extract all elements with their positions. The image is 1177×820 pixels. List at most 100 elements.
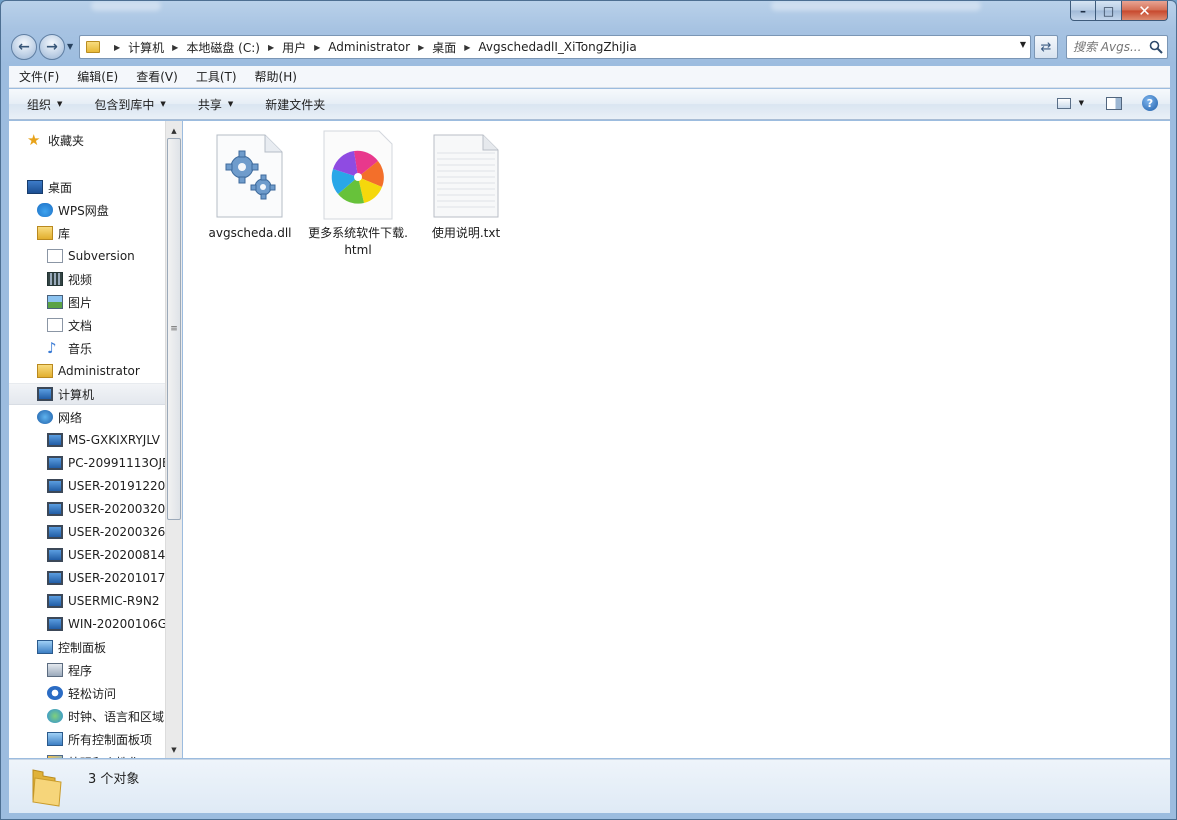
organize-button[interactable]: 组织 ▼ xyxy=(9,96,76,113)
nav-item[interactable]: USER-20200326 xyxy=(9,521,165,543)
help-icon[interactable]: ? xyxy=(1142,95,1158,111)
nav-item-label: MS-GXKIXRYJLV xyxy=(68,433,160,447)
scroll-down-arrow-icon[interactable]: ▼ xyxy=(166,742,182,758)
file-item[interactable]: 使用说明.txt xyxy=(416,129,516,242)
menu-view[interactable]: 查看(V) xyxy=(126,68,186,85)
nav-item[interactable]: 网络 xyxy=(9,406,165,428)
scroll-thumb[interactable]: ≡ xyxy=(167,138,181,520)
computer-icon xyxy=(47,479,63,493)
chevron-down-icon: ▼ xyxy=(160,100,166,108)
search-input[interactable] xyxy=(1073,40,1149,54)
computer-icon xyxy=(37,387,53,401)
forward-button[interactable]: → xyxy=(39,34,65,60)
maximize-button[interactable]: □ xyxy=(1096,1,1122,21)
nav-item[interactable]: ★ 收藏夹 xyxy=(9,129,165,151)
minimize-button[interactable]: – xyxy=(1070,1,1096,21)
nav-item[interactable]: USER-20200814 xyxy=(9,544,165,566)
menu-file[interactable]: 文件(F) xyxy=(9,68,67,85)
document-icon xyxy=(47,318,63,332)
text-file-icon xyxy=(431,129,501,221)
file-item[interactable]: 更多系统软件下载.html xyxy=(308,129,408,259)
nav-item-label: Administrator xyxy=(58,364,140,378)
breadcrumb-chevron-icon[interactable]: ▶ xyxy=(314,43,320,52)
close-button[interactable]: ✕ xyxy=(1122,1,1168,21)
nav-item[interactable]: 库 xyxy=(9,222,165,244)
navigation-pane: ★ 收藏夹桌面 WPS网盘库 Subversion 视频 图片文档 ♪ 音乐 Administr… xyxy=(9,121,165,758)
nav-item[interactable]: USER-20191220I xyxy=(9,475,165,497)
picture-icon xyxy=(47,295,63,309)
title-bar[interactable]: – □ ✕ xyxy=(1,1,1176,29)
back-button[interactable]: ← xyxy=(11,34,37,60)
nav-item[interactable]: PC-20991113OJE xyxy=(9,452,165,474)
search-icon[interactable] xyxy=(1149,40,1163,54)
recent-pages-dropdown-icon[interactable]: ▼ xyxy=(67,42,73,51)
nav-item[interactable]: 计算机 xyxy=(9,383,165,405)
nav-item-label: 文档 xyxy=(68,318,93,333)
nav-item[interactable]: 文档 xyxy=(9,314,165,336)
address-row: ← → ▼ ▶ 计算机 ▶ 本地磁盘 (C:) ▶ 用户 ▶ Administr… xyxy=(1,31,1176,63)
nav-item[interactable]: USER-20200320 xyxy=(9,498,165,520)
address-bar[interactable]: ▶ 计算机 ▶ 本地磁盘 (C:) ▶ 用户 ▶ Administrator ▶… xyxy=(79,35,1031,59)
share-label: 共享 xyxy=(197,97,222,112)
nav-item[interactable]: 外观和个性化 xyxy=(9,751,165,758)
breadcrumb-administrator[interactable]: Administrator xyxy=(328,40,410,54)
breadcrumb-chevron-icon[interactable]: ▶ xyxy=(172,43,178,52)
nav-item[interactable]: 图片 xyxy=(9,291,165,313)
nav-item-label: USERMIC-R9N2 xyxy=(68,594,160,608)
file-list-area[interactable]: avgscheda.dll 更多系统软件下载.html 使用说明.txt xyxy=(183,121,1170,758)
breadcrumb-chevron-icon[interactable]: ▶ xyxy=(114,43,120,52)
share-button[interactable]: 共享 ▼ xyxy=(180,96,247,113)
nav-item[interactable]: 所有控制面板项 xyxy=(9,728,165,750)
nav-item[interactable]: Administrator xyxy=(9,360,165,382)
breadcrumb-local-disk[interactable]: 本地磁盘 (C:) xyxy=(186,39,260,56)
nav-item-label: 程序 xyxy=(68,663,93,678)
nav-item[interactable]: 桌面 xyxy=(9,176,165,198)
menu-edit[interactable]: 编辑(E) xyxy=(67,68,126,85)
nav-item[interactable]: Subversion xyxy=(9,245,165,267)
file-item[interactable]: avgscheda.dll xyxy=(200,129,300,242)
include-in-library-button[interactable]: 包含到库中 ▼ xyxy=(76,96,179,113)
chevron-down-icon[interactable]: ▼ xyxy=(1079,99,1084,107)
preview-pane-icon[interactable] xyxy=(1106,96,1122,110)
nav-item[interactable]: 程序 xyxy=(9,659,165,681)
breadcrumb-computer[interactable]: 计算机 xyxy=(128,39,164,56)
breadcrumb-chevron-icon[interactable]: ▶ xyxy=(464,43,470,52)
nav-item[interactable]: MS-GXKIXRYJLV xyxy=(9,429,165,451)
desktop-icon xyxy=(27,180,43,194)
change-view-icon[interactable] xyxy=(1056,97,1071,109)
music-icon: ♪ xyxy=(47,339,57,357)
address-dropdown-icon[interactable]: ▼ xyxy=(1020,40,1026,49)
refresh-button[interactable]: ⇄ xyxy=(1034,35,1058,59)
new-folder-button[interactable]: 新建文件夹 xyxy=(247,96,339,113)
nav-item[interactable]: WIN-20200106G xyxy=(9,613,165,635)
nav-item[interactable]: 时钟、语言和区域 xyxy=(9,705,165,727)
breadcrumb-users[interactable]: 用户 xyxy=(282,39,306,56)
breadcrumb-desktop[interactable]: 桌面 xyxy=(432,39,456,56)
nav-item[interactable]: 视频 xyxy=(9,268,165,290)
menu-help[interactable]: 帮助(H) xyxy=(245,68,305,85)
scroll-up-arrow-icon[interactable]: ▲ xyxy=(166,123,182,139)
breadcrumb-chevron-icon[interactable]: ▶ xyxy=(418,43,424,52)
breadcrumb-chevron-icon[interactable]: ▶ xyxy=(268,43,274,52)
nav-item[interactable]: USERMIC-R9N2 xyxy=(9,590,165,612)
nav-item[interactable]: WPS网盘 xyxy=(9,199,165,221)
nav-pane-scrollbar[interactable]: ▲ ≡ ▼ xyxy=(165,121,182,758)
nav-item[interactable]: USER-20201017I xyxy=(9,567,165,589)
user-folder-icon xyxy=(37,364,53,378)
blurred-title-text xyxy=(771,1,981,11)
document-icon xyxy=(47,249,63,263)
new-folder-label: 新建文件夹 xyxy=(265,97,326,112)
cloud-icon xyxy=(37,203,53,217)
video-icon xyxy=(47,272,63,286)
nav-item[interactable]: 轻松访问 xyxy=(9,682,165,704)
nav-item[interactable]: 控制面板 xyxy=(9,636,165,658)
chevron-down-icon: ▼ xyxy=(227,100,234,108)
search-box[interactable] xyxy=(1066,35,1168,59)
computer-icon xyxy=(47,617,63,631)
menu-tools[interactable]: 工具(T) xyxy=(186,68,245,85)
nav-item[interactable]: ♪ 音乐 xyxy=(9,337,165,359)
blurred-title-text xyxy=(91,1,161,11)
nav-item-label: WIN-20200106G xyxy=(68,617,165,631)
nav-item-label: PC-20991113OJE xyxy=(68,456,165,470)
breadcrumb-current-folder[interactable]: AvgschedadlI_XiTongZhiJia xyxy=(478,40,636,54)
